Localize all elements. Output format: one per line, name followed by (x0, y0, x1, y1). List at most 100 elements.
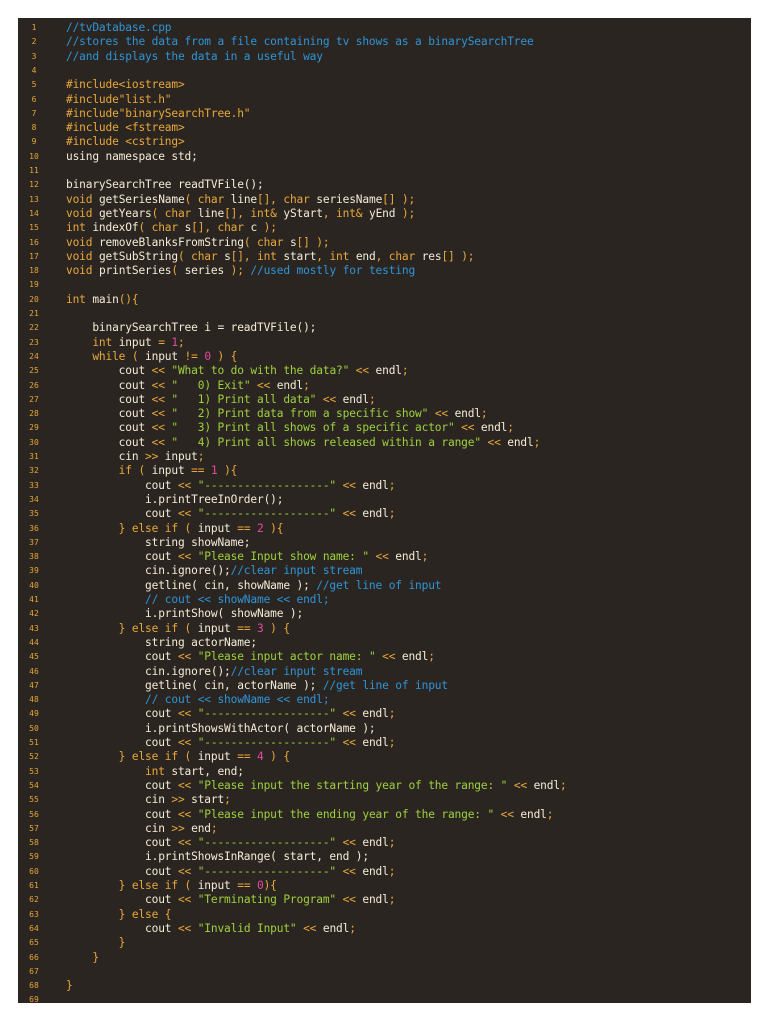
code-line[interactable]: 12 binarySearchTree readTVFile(); (18, 178, 751, 192)
code-text: //and displays the data in a useful way (66, 50, 323, 64)
code-token: char (388, 249, 422, 263)
code-line[interactable]: 62 cout << "Terminating Program" << endl… (18, 893, 751, 907)
code-line[interactable]: 36 } else if ( input == 2 ){ (18, 522, 751, 536)
code-token: << (336, 736, 363, 749)
line-number: 34 (29, 494, 39, 504)
code-line[interactable]: 65 } (18, 936, 751, 950)
code-line[interactable]: 46 cin.ignore();//clear input stream (18, 665, 751, 679)
code-line[interactable]: 13 void getSeriesName( char line[], char … (18, 193, 751, 207)
code-line[interactable]: 35 cout << "-------------------" << endl… (18, 507, 751, 521)
code-token: else if (131, 521, 185, 535)
code-editor[interactable]: 1 //tvDatabase.cpp 2 //stores the data from… (18, 18, 751, 1003)
code-line[interactable]: 16 void removeBlanksFromString( char s[] … (18, 236, 751, 250)
code-line[interactable]: 9 #include <cstring> (18, 135, 751, 149)
code-line[interactable]: 18 void printSeries( series ); //used mos… (18, 264, 751, 278)
code-line[interactable]: 66 } (18, 951, 751, 965)
code-text: cout << "What to do with the data?" << e… (66, 364, 409, 378)
code-line[interactable]: 15 int indexOf( char s[], char c ); (18, 221, 751, 235)
code-line[interactable]: 50 i.printShowsWithActor( actorName ); (18, 722, 751, 736)
code-token: ; (303, 378, 310, 392)
code-line[interactable]: 30 cout << " 4) Print all shows released… (18, 436, 751, 450)
code-line[interactable]: 11 (18, 164, 751, 178)
code-line[interactable]: 34 i.printTreeInOrder(); (18, 493, 751, 507)
code-token: line (230, 192, 258, 206)
code-line[interactable]: 44 string actorName; (18, 636, 751, 650)
code-line[interactable]: 54 cout << "Please input the starting ye… (18, 779, 751, 793)
code-line[interactable]: 51 cout << "-------------------" << endl… (18, 736, 751, 750)
code-token: << (428, 407, 455, 421)
code-line[interactable]: 58 cout << "-------------------" << endl… (18, 836, 751, 850)
line-number: 21 (29, 309, 39, 318)
code-token: input (197, 621, 231, 635)
code-line[interactable]: 2 //stores the data from a file containin… (18, 35, 751, 49)
line-number: 69 (29, 995, 39, 1003)
code-line[interactable]: 42 i.printShow( showName ); (18, 607, 751, 621)
line-number: 20 (29, 294, 39, 304)
code-line[interactable]: 29 cout << " 3) Print all shows of a spe… (18, 421, 751, 435)
code-line[interactable]: 14 void getYears( char line[], int& yStar… (18, 207, 751, 221)
code-line[interactable]: 10 using namespace std; (18, 150, 751, 164)
code-line[interactable]: 28 cout << " 2) Print data from a specif… (18, 407, 751, 421)
code-token: ; (507, 421, 514, 435)
code-token: ; (421, 550, 429, 564)
code-line[interactable]: 6 #include"list.h" (18, 93, 751, 107)
code-line[interactable]: 20 int main(){ (18, 293, 751, 307)
code-line[interactable]: 38 cout << "Please Input show name: " <<… (18, 550, 751, 564)
code-line[interactable]: 57 cin >> end; (18, 822, 751, 836)
code-token: >> (171, 793, 192, 807)
code-text: void getYears( char line[], int& yStart,… (66, 207, 415, 221)
code-line[interactable]: 41 // cout << showName << endl; (18, 593, 751, 607)
code-line[interactable]: 69 (18, 993, 751, 1003)
code-line[interactable]: 39 cin.ignore();//clear input stream (18, 564, 751, 578)
code-line[interactable]: 17 void getSubString( char s[], int start… (18, 250, 751, 264)
code-line[interactable]: 27 cout << " 1) Print all data" << endl; (18, 393, 751, 407)
code-token: if (66, 464, 139, 478)
line-number: 41 (29, 595, 39, 604)
code-line[interactable]: 25 cout << "What to do with the data?" <… (18, 364, 751, 378)
code-line[interactable]: 56 cout << "Please input the ending year… (18, 808, 751, 822)
code-line[interactable]: 3 //and displays the data in a useful way (18, 50, 751, 64)
code-line[interactable]: 22 binarySearchTree i = readTVFile(); (18, 321, 751, 335)
code-line[interactable]: 40 getline( cin, showName ); //get line … (18, 579, 751, 593)
code-token: cin (66, 821, 172, 835)
code-text: cout << "-------------------" << endl; (66, 479, 395, 493)
code-line[interactable]: 24 while ( input != 0 ) { (18, 350, 751, 364)
code-line[interactable]: 5 #include<iostream> (18, 78, 751, 92)
code-line[interactable]: 7 #include"binarySearchTree.h" (18, 107, 751, 121)
code-line[interactable]: 4 (18, 64, 751, 78)
code-line[interactable]: 31 cin >> input; (18, 450, 751, 464)
code-token: string actorName; (66, 635, 257, 649)
line-number: 5 (31, 80, 37, 90)
code-line[interactable]: 68} (18, 979, 751, 993)
code-line[interactable]: 19 (18, 278, 751, 292)
code-line[interactable]: 67 (18, 965, 751, 979)
code-line[interactable]: 45 cout << "Please input actor name: " <… (18, 650, 751, 664)
code-line[interactable]: 23 int input = 1; (18, 336, 751, 350)
code-line[interactable]: 37 string showName; (18, 536, 751, 550)
code-line[interactable]: 1 //tvDatabase.cpp (18, 21, 751, 35)
line-number: 55 (29, 795, 39, 805)
code-line[interactable]: 52 } else if ( input == 4 ) { (18, 750, 751, 764)
code-line[interactable]: 48 // cout << showName << endl; (18, 693, 751, 707)
code-line[interactable]: 64 cout << "Invalid Input" << endl; (18, 922, 751, 936)
code-line[interactable]: 26 cout << " 0) Exit" << endl; (18, 379, 751, 393)
code-line[interactable]: 60 cout << "-------------------" << endl… (18, 865, 751, 879)
line-number: 63 (29, 909, 39, 919)
code-line[interactable]: 49 cout << "-------------------" << endl… (18, 707, 751, 721)
code-line[interactable]: 55 cin >> start; (18, 793, 751, 807)
code-line[interactable]: 32 if ( input == 1 ){ (18, 464, 751, 478)
code-line[interactable]: 47 getline( cin, actorName ); //get line… (18, 679, 751, 693)
code-line[interactable]: 43 } else if ( input == 3 ) { (18, 622, 751, 636)
code-text: cin >> input; (66, 450, 205, 464)
code-token: i.printShow( showName ); (66, 607, 304, 621)
code-line[interactable]: 33 cout << "-------------------" << endl… (18, 479, 751, 493)
code-line[interactable]: 63 } else { (18, 908, 751, 922)
code-line[interactable]: 61 } else if ( input == 0){ (18, 879, 751, 893)
code-token: cout (66, 778, 178, 792)
code-line[interactable]: 8 #include <fstream> (18, 121, 751, 135)
code-line[interactable]: 53 int start, end; (18, 765, 751, 779)
code-token: (){ (118, 292, 139, 306)
code-line[interactable]: 59 i.printShowsInRange( start, end ); (18, 850, 751, 864)
code-line[interactable]: 21 (18, 307, 751, 321)
code-text: int indexOf( char s[], char c ); (66, 221, 277, 235)
